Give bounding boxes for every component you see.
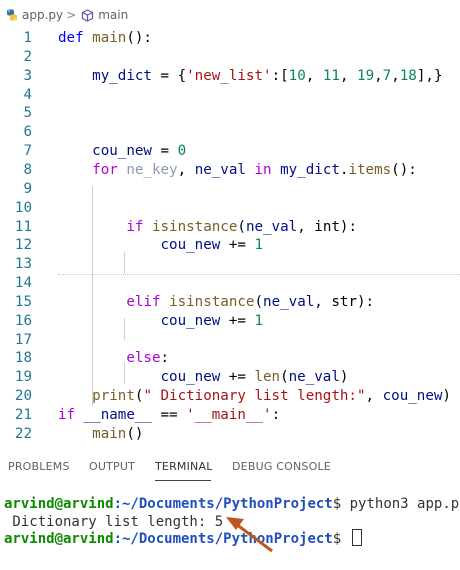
- tab-terminal-underline: [155, 480, 211, 481]
- indent-guide: [92, 186, 93, 406]
- tab-output[interactable]: OUTPUT: [89, 460, 135, 473]
- terminal-path: :~/Documents/PythonProject: [113, 496, 333, 512]
- breadcrumb-separator: >: [66, 8, 77, 22]
- tab-problems[interactable]: PROBLEMS: [8, 460, 70, 473]
- terminal-prompt-symbol: $: [332, 496, 342, 512]
- terminal-user: arvind@arvind: [4, 531, 114, 547]
- tab-debug-console[interactable]: DEBUG CONSOLE: [232, 460, 331, 473]
- breadcrumb-symbol-label: main: [98, 8, 129, 22]
- indent-guide: [124, 362, 125, 384]
- tab-terminal[interactable]: TERMINAL: [155, 460, 213, 473]
- indent-guide: [124, 318, 125, 340]
- terminal-cursor: [351, 529, 362, 546]
- code-line: 22 main(): [0, 423, 460, 445]
- terminal-prompt-symbol: $: [332, 531, 342, 547]
- terminal-command: python3 app.py: [341, 496, 460, 512]
- code-editor[interactable]: 1 def main(): 2 3 my_dict = {'new_list':[10…: [0, 26, 460, 446]
- terminal-prompt-line: arvind@arvind:~/Documents/PythonProject$: [4, 529, 362, 550]
- terminal[interactable]: arvind@arvind:~/Documents/PythonProject$…: [0, 486, 460, 560]
- indent-guide: [124, 252, 125, 274]
- terminal-user: arvind@arvind: [4, 496, 114, 512]
- terminal-path: :~/Documents/PythonProject: [113, 531, 333, 547]
- panel-tabs: PROBLEMS OUTPUT TERMINAL DEBUG CONSOLE: [0, 452, 460, 484]
- python-file-icon: [6, 8, 18, 22]
- cube-icon: [81, 8, 94, 22]
- line-separator: [58, 274, 460, 275]
- code-text: main(): [92, 425, 144, 442]
- breadcrumb-file-label: app.py: [22, 8, 64, 22]
- line-number: 22: [14, 425, 32, 442]
- breadcrumb-symbol[interactable]: main: [79, 8, 128, 22]
- breadcrumb-file[interactable]: app.py: [6, 8, 63, 22]
